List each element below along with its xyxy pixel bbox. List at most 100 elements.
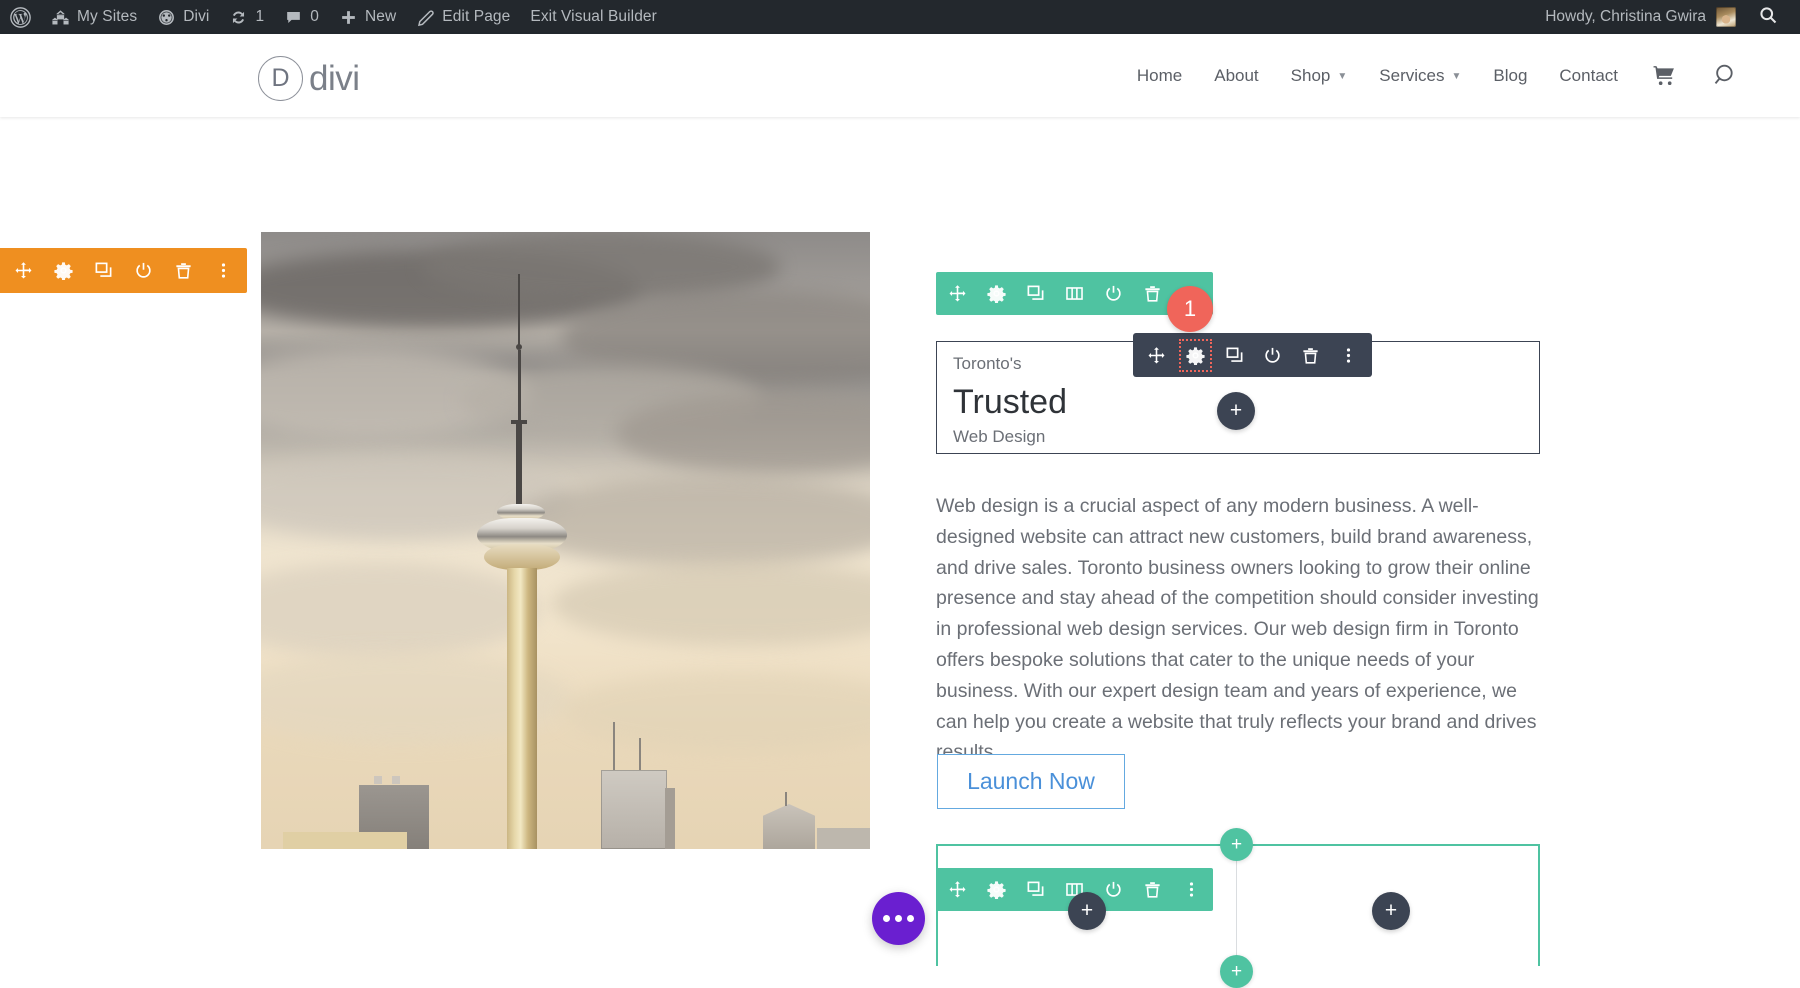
trash-icon[interactable] xyxy=(1301,346,1320,365)
nav-label: Home xyxy=(1137,66,1182,86)
cta-label: Launch Now xyxy=(967,768,1095,795)
site-logo[interactable]: D divi xyxy=(258,56,360,101)
duplicate-icon[interactable] xyxy=(1026,880,1045,899)
wordpress-logo-icon xyxy=(10,7,31,28)
duplicate-icon[interactable] xyxy=(94,261,113,280)
nav-item-blog[interactable]: Blog xyxy=(1477,34,1543,117)
row-column-divider xyxy=(1236,846,1237,966)
admin-bar-edit-page-label: Edit Page xyxy=(442,8,510,26)
power-icon[interactable] xyxy=(1104,284,1123,303)
power-icon[interactable] xyxy=(134,261,153,280)
hero-image[interactable] xyxy=(261,232,870,849)
power-icon[interactable] xyxy=(1263,346,1282,365)
plus-icon: + xyxy=(1231,834,1242,856)
plus-icon: + xyxy=(1231,961,1242,983)
trash-icon[interactable] xyxy=(1143,284,1162,303)
nav-label: Services xyxy=(1379,66,1444,86)
updates-icon xyxy=(229,8,248,27)
nav-item-about[interactable]: About xyxy=(1198,34,1274,117)
admin-bar-updates-count: 1 xyxy=(255,8,264,26)
logo-letter: D xyxy=(271,64,289,93)
divi-speedometer-icon xyxy=(157,8,176,27)
add-module-left-column-button[interactable]: + xyxy=(1068,892,1106,930)
gear-icon[interactable] xyxy=(54,261,73,280)
module-subline: Web Design xyxy=(953,427,1523,447)
chevron-down-icon: ▼ xyxy=(1451,71,1461,82)
kebab-menu-icon[interactable] xyxy=(1339,346,1358,365)
gear-icon[interactable] xyxy=(987,284,1006,303)
nav-item-home[interactable]: Home xyxy=(1121,34,1198,117)
header-search-icon[interactable] xyxy=(1695,62,1758,89)
admin-bar-divi[interactable]: Divi xyxy=(147,0,219,34)
nav-label: Blog xyxy=(1493,66,1527,86)
nav-label: About xyxy=(1214,66,1258,86)
nav-item-contact[interactable]: Contact xyxy=(1543,34,1634,117)
ellipsis-icon-dot xyxy=(907,915,914,922)
admin-bar-search-button[interactable] xyxy=(1746,5,1792,29)
trash-icon[interactable] xyxy=(174,261,193,280)
step-badge-1: 1 xyxy=(1167,286,1213,332)
gear-icon[interactable] xyxy=(1185,345,1206,366)
ellipsis-icon-dot xyxy=(883,915,890,922)
plus-icon: + xyxy=(1230,399,1242,423)
duplicate-icon[interactable] xyxy=(1026,284,1045,303)
move-icon[interactable] xyxy=(948,284,967,303)
columns-icon[interactable] xyxy=(1065,284,1084,303)
admin-bar-divi-label: Divi xyxy=(183,8,209,26)
module-toolbar xyxy=(1133,333,1372,377)
admin-bar-updates[interactable]: 1 xyxy=(219,0,274,34)
search-icon xyxy=(1758,12,1778,29)
admin-bar-comments[interactable]: 0 xyxy=(274,0,329,34)
kebab-menu-icon[interactable] xyxy=(1182,880,1201,899)
logo-circle-icon: D xyxy=(258,56,303,101)
body-paragraph: Web design is a crucial aspect of any mo… xyxy=(936,491,1544,768)
move-icon[interactable] xyxy=(1147,346,1166,365)
admin-bar-exit-visual-builder[interactable]: Exit Visual Builder xyxy=(520,0,667,34)
ellipsis-icon-dot xyxy=(895,915,902,922)
duplicate-icon[interactable] xyxy=(1225,346,1244,365)
admin-bar-new-label: New xyxy=(365,8,396,26)
comments-icon xyxy=(284,8,303,27)
wp-admin-bar: My Sites Divi 1 0 New Edit Page Exit Vis… xyxy=(0,0,1800,34)
nav-label: Contact xyxy=(1559,66,1618,86)
plus-icon xyxy=(339,8,358,27)
avatar xyxy=(1716,7,1736,27)
site-header: D divi Home About Shop ▼ Services ▼ Blog C… xyxy=(0,34,1800,117)
admin-bar-exit-vb-label: Exit Visual Builder xyxy=(530,8,657,26)
shopping-cart-icon[interactable] xyxy=(1634,63,1695,88)
plus-icon: + xyxy=(1081,899,1093,923)
my-sites-icon xyxy=(51,8,70,27)
howdy-label: Howdy, Christina Gwira xyxy=(1545,8,1706,26)
logo-wordmark: divi xyxy=(309,59,360,99)
nav-item-shop[interactable]: Shop ▼ xyxy=(1275,34,1364,117)
page-canvas: 1 Toronto's Trusted Web Design + Web des… xyxy=(0,117,1800,849)
gear-icon[interactable] xyxy=(987,880,1006,899)
admin-bar-howdy[interactable]: Howdy, Christina Gwira xyxy=(1535,7,1746,27)
add-module-button[interactable]: + xyxy=(1217,392,1255,430)
chevron-down-icon: ▼ xyxy=(1337,71,1347,82)
trash-icon[interactable] xyxy=(1143,880,1162,899)
admin-bar-comments-count: 0 xyxy=(310,8,319,26)
nav-label: Shop xyxy=(1291,66,1331,86)
power-icon[interactable] xyxy=(1104,880,1123,899)
admin-bar-new[interactable]: New xyxy=(329,0,406,34)
add-row-above-button[interactable]: + xyxy=(1220,828,1253,861)
admin-bar-my-sites-label: My Sites xyxy=(77,8,137,26)
kebab-menu-icon[interactable] xyxy=(214,261,233,280)
move-icon[interactable] xyxy=(948,880,967,899)
page-settings-button[interactable] xyxy=(872,892,925,945)
section-toolbar-orange xyxy=(0,248,247,293)
move-icon[interactable] xyxy=(14,261,33,280)
admin-bar-edit-page[interactable]: Edit Page xyxy=(406,0,520,34)
plus-icon: + xyxy=(1385,899,1397,923)
admin-bar-right-group: Howdy, Christina Gwira xyxy=(1535,5,1800,29)
badge-number: 1 xyxy=(1184,296,1196,322)
launch-now-button[interactable]: Launch Now xyxy=(937,754,1125,809)
admin-bar-my-sites[interactable]: My Sites xyxy=(41,0,147,34)
add-module-right-column-button[interactable]: + xyxy=(1372,892,1410,930)
admin-bar-wordpress-logo[interactable] xyxy=(0,0,41,34)
nav-item-services[interactable]: Services ▼ xyxy=(1363,34,1477,117)
add-row-below-button[interactable]: + xyxy=(1220,955,1253,988)
main-navigation: Home About Shop ▼ Services ▼ Blog Contact xyxy=(1121,34,1758,117)
pencil-icon xyxy=(416,8,435,27)
